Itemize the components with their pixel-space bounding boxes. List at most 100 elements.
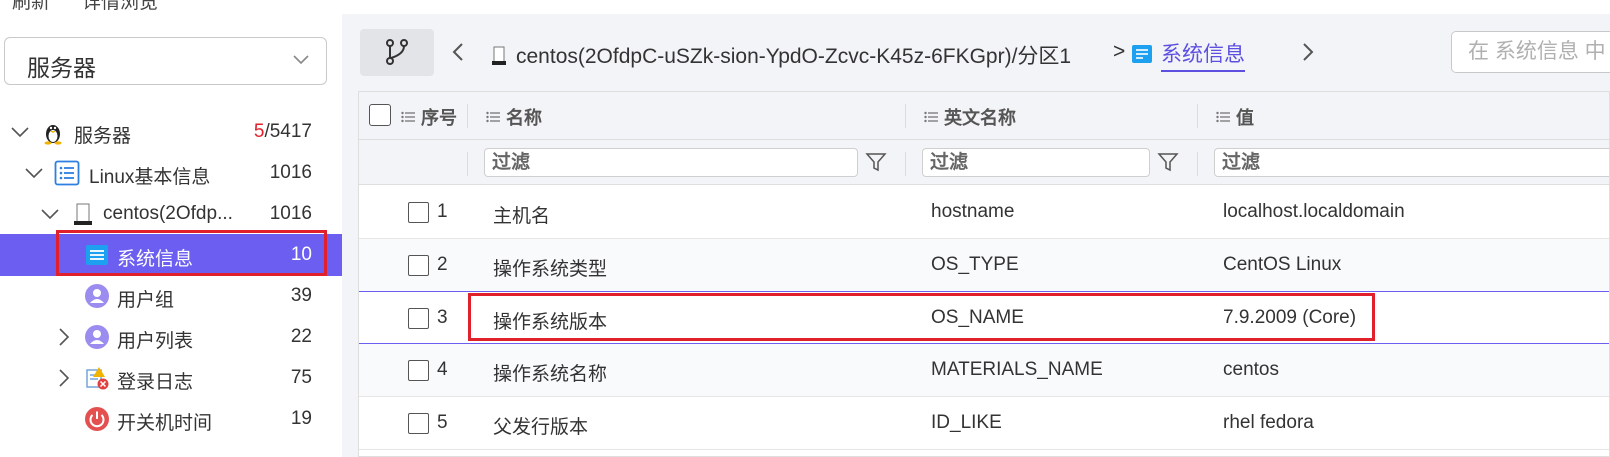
- tree-item-centos[interactable]: centos(2Ofdp... 1016: [0, 193, 342, 235]
- tree-item-label: 用户列表: [117, 331, 194, 352]
- device-path: centos(2OfdpC-uSZk-sion-YpdO-Zcvc-K45z-6…: [516, 45, 1072, 68]
- list-lines-icon: [1216, 111, 1230, 123]
- server-icon: [74, 203, 92, 225]
- column-divider: [905, 152, 906, 176]
- chevron-down-icon: [293, 55, 309, 65]
- tree-item-label: 服务器: [74, 126, 132, 147]
- row-checkbox[interactable]: [408, 360, 429, 381]
- tree-item-user-list[interactable]: 用户列表 22: [0, 316, 342, 358]
- detail-browse-label[interactable]: 详情浏览: [82, 0, 158, 14]
- row-value: localhost.localdomain: [1223, 201, 1405, 222]
- tree-item-label: 开关机时间: [117, 413, 213, 434]
- system-info-icon: [1132, 45, 1152, 63]
- chevron-down-icon[interactable]: [10, 122, 30, 142]
- branch-button[interactable]: [360, 29, 434, 76]
- tree-item-power-time[interactable]: 开关机时间 19: [0, 398, 342, 440]
- server-icon: [492, 46, 506, 65]
- tree-item-label: 用户组: [117, 290, 175, 311]
- column-header-english[interactable]: 英文名称: [924, 104, 1016, 130]
- row-index: 3: [437, 307, 448, 328]
- table-row[interactable]: 1 主机名 hostname localhost.localdomain: [359, 186, 1609, 239]
- login-log-icon: [86, 367, 109, 390]
- tree-item-label: centos(2Ofdp...: [103, 203, 233, 224]
- highlight-box: [468, 293, 1375, 341]
- tree-item-user-group[interactable]: 用户组 39: [0, 275, 342, 317]
- list-lines-icon: [401, 111, 415, 123]
- column-divider[interactable]: [1197, 104, 1198, 128]
- row-value: centos: [1223, 359, 1279, 380]
- chevron-down-icon[interactable]: [40, 204, 60, 224]
- row-checkbox[interactable]: [408, 202, 429, 223]
- row-index: 2: [437, 254, 448, 275]
- chevron-right-icon[interactable]: [54, 368, 74, 388]
- tree-item-server[interactable]: 服务器 5/5417: [0, 111, 342, 153]
- server-dropdown-value: 服务器: [27, 55, 96, 81]
- list-lines-icon: [924, 111, 938, 123]
- tree-item-count: 1016: [269, 162, 312, 183]
- search-box[interactable]: [1451, 31, 1610, 73]
- filter-value-input[interactable]: [1215, 149, 1609, 176]
- main-panel: centos(2OfdpC-uSZk-sion-YpdO-Zcvc-K45z-6…: [358, 14, 1610, 457]
- git-branch-icon: [386, 39, 408, 65]
- column-header-value[interactable]: 值: [1216, 104, 1254, 130]
- row-index: 4: [437, 359, 448, 380]
- server-dropdown[interactable]: 服务器: [4, 37, 327, 85]
- power-icon: [85, 407, 109, 431]
- row-value: CentOS Linux: [1223, 254, 1342, 275]
- filter-name-box[interactable]: [484, 148, 858, 177]
- select-all-checkbox[interactable]: [369, 104, 391, 126]
- chevron-right-icon[interactable]: [1300, 40, 1316, 64]
- list-lines-icon: [486, 111, 500, 123]
- table-row[interactable]: 2 操作系统类型 OS_TYPE CentOS Linux: [359, 239, 1609, 292]
- table-row[interactable]: 5 父发行版本 ID_LIKE rhel fedora: [359, 397, 1609, 450]
- column-divider[interactable]: [905, 104, 906, 128]
- data-table: 序号 名称 英文名称 值 过滤 过滤 过滤 1 主机名 hostname loc…: [358, 91, 1610, 457]
- row-checkbox[interactable]: [408, 255, 429, 276]
- chevron-right-icon[interactable]: [54, 327, 74, 347]
- tree-item-count: 19: [290, 408, 312, 429]
- row-checkbox[interactable]: [408, 413, 429, 434]
- tree-item-count: 75: [290, 367, 312, 388]
- table-header: 序号 名称 英文名称 值: [359, 92, 1609, 140]
- breadcrumb-system-info[interactable]: 系统信息: [1161, 38, 1245, 72]
- refresh-label[interactable]: 刷新: [12, 0, 50, 14]
- row-checkbox[interactable]: [408, 308, 429, 329]
- sidebar: 服务器 服务器 5/5417 Linux基本信息 1016 centos(2Of…: [0, 14, 342, 457]
- search-input[interactable]: [1452, 32, 1610, 72]
- column-header-name[interactable]: 名称: [486, 104, 542, 130]
- tree-item-label: Linux基本信息: [89, 167, 211, 188]
- filter-icon[interactable]: [865, 151, 887, 173]
- user-list-icon: [85, 325, 109, 349]
- table-row[interactable]: 4 操作系统名称 MATERIALS_NAME centos: [359, 344, 1609, 397]
- column-divider: [1197, 152, 1198, 176]
- tree-item-count: 1016: [269, 203, 312, 224]
- row-english-name: ID_LIKE: [931, 412, 1002, 433]
- highlight-box: [56, 230, 327, 276]
- tree-item-linux-basic-info[interactable]: Linux基本信息 1016: [0, 152, 342, 194]
- row-value: rhel fedora: [1223, 412, 1314, 433]
- user-group-icon: [85, 284, 109, 308]
- path-toolbar: centos(2OfdpC-uSZk-sion-YpdO-Zcvc-K45z-6…: [358, 14, 1610, 92]
- column-header-index[interactable]: 序号: [401, 104, 457, 130]
- tree-item-login-log[interactable]: 登录日志 75: [0, 357, 342, 399]
- column-divider[interactable]: [467, 104, 468, 128]
- filter-name-input[interactable]: [485, 149, 857, 176]
- row-index: 1: [437, 201, 448, 222]
- column-divider: [467, 152, 468, 176]
- row-name: 父发行版本: [493, 417, 589, 438]
- row-english-name: hostname: [931, 201, 1015, 222]
- row-index: 5: [437, 412, 448, 433]
- row-english-name: OS_TYPE: [931, 254, 1019, 275]
- row-name: 主机名: [493, 206, 551, 227]
- row-english-name: MATERIALS_NAME: [931, 359, 1103, 380]
- filter-value-box[interactable]: [1214, 148, 1609, 177]
- chevron-left-icon[interactable]: [450, 40, 466, 64]
- row-name: 操作系统名称: [493, 364, 608, 385]
- row-name: 操作系统类型: [493, 259, 608, 280]
- filter-icon[interactable]: [1157, 151, 1179, 173]
- filter-english-box[interactable]: [922, 148, 1150, 177]
- top-toolbar-strip: 刷新 详情浏览: [0, 0, 1610, 14]
- list-doc-icon: [54, 160, 80, 186]
- filter-english-input[interactable]: [923, 149, 1149, 176]
- chevron-down-icon[interactable]: [24, 163, 44, 183]
